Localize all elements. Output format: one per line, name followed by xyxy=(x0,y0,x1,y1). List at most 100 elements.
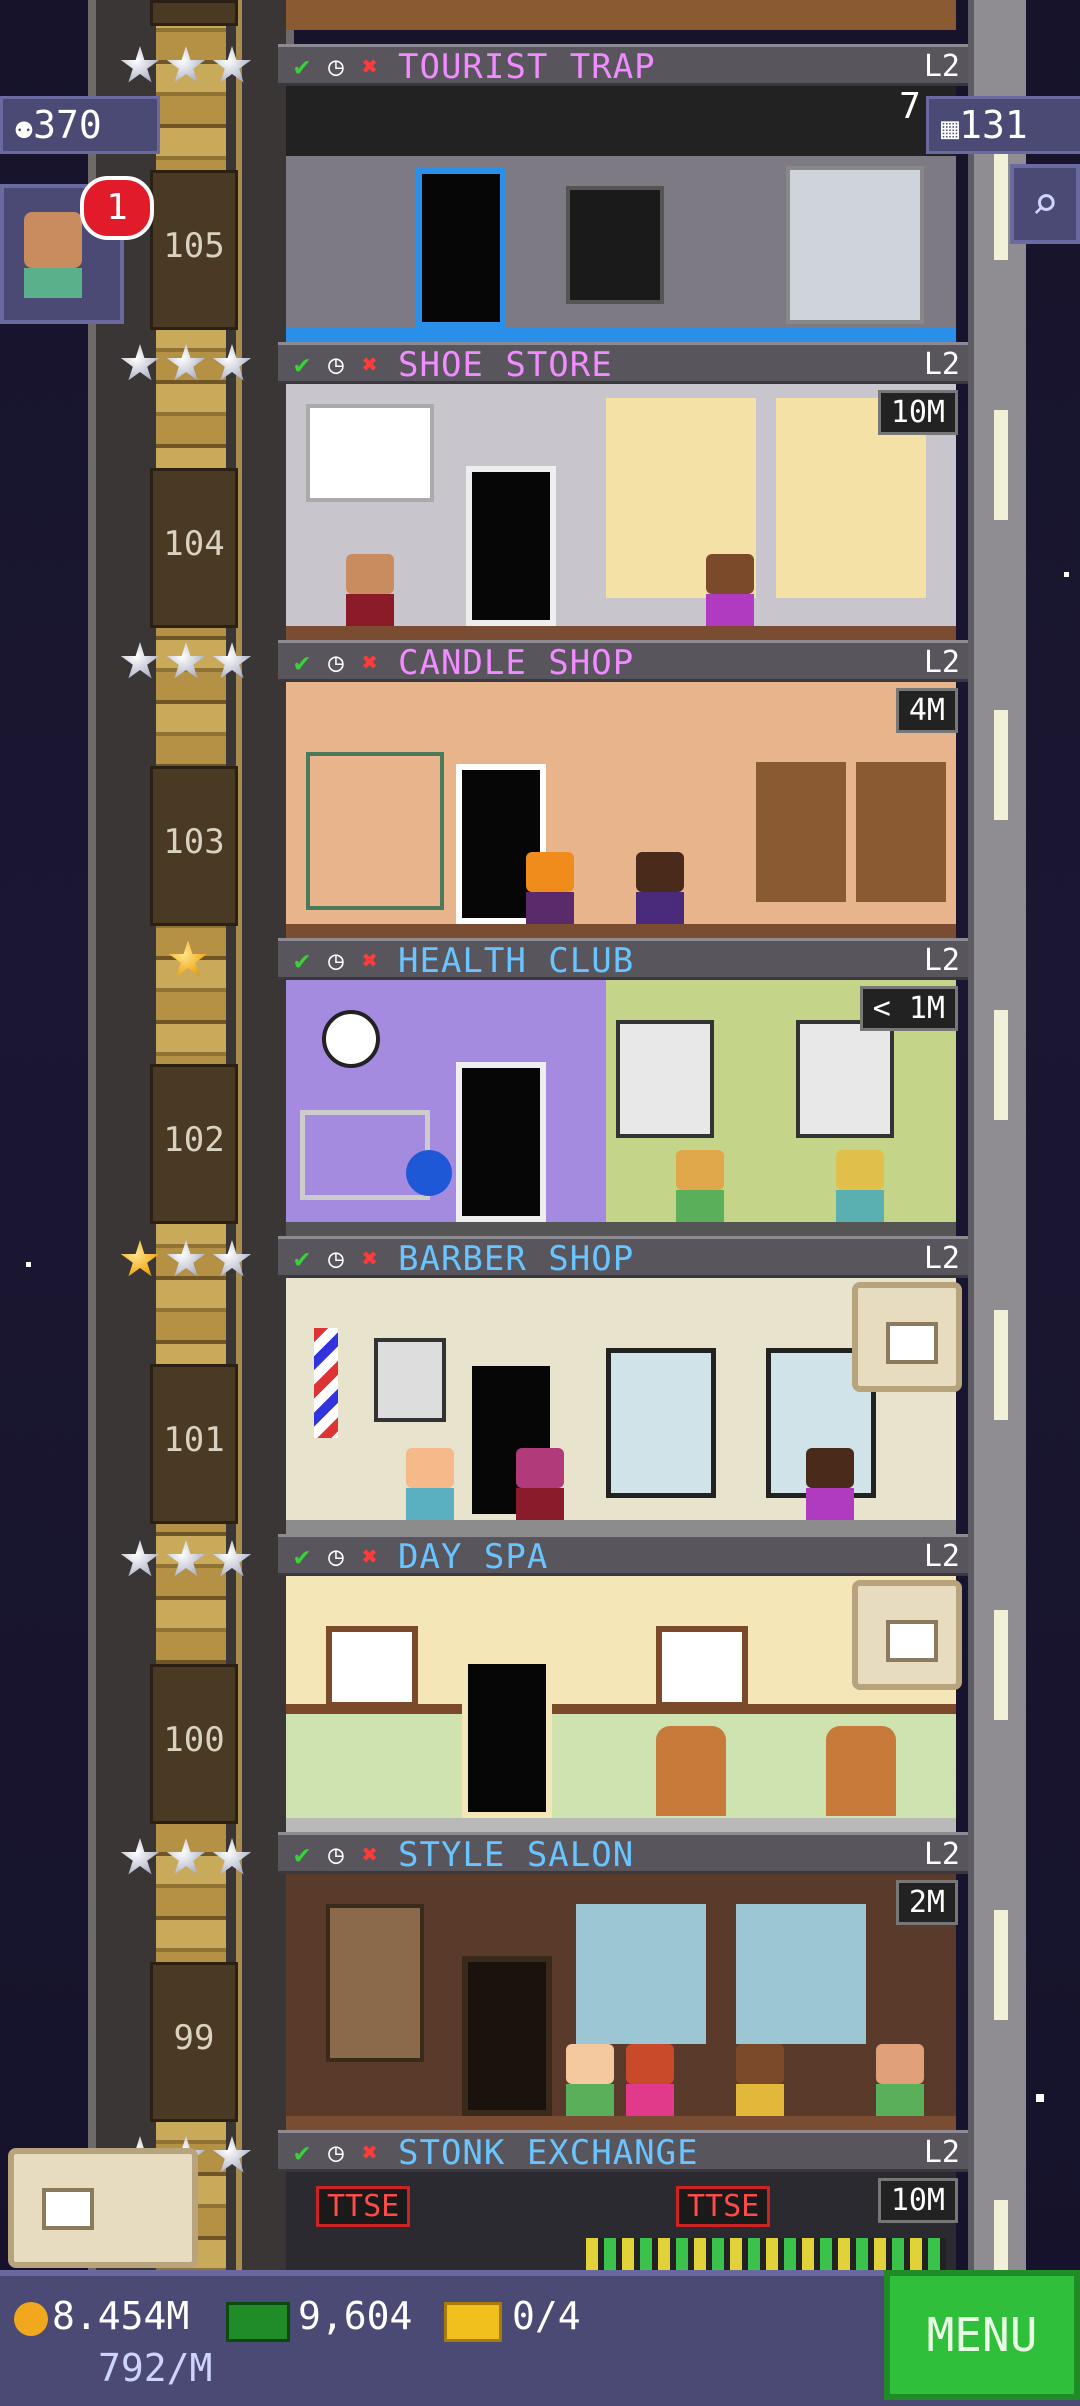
floor-stars xyxy=(120,642,252,682)
delivery-crate-icon[interactable] xyxy=(852,1580,962,1690)
floor-header[interactable]: ✔ ◷ ✖ STONK EXCHANGE L2 xyxy=(278,2130,968,2173)
candle-shelf xyxy=(856,762,946,902)
room-door xyxy=(416,168,506,328)
floor-header[interactable]: ✔ ◷ ✖ DAY SPA L2 xyxy=(278,1534,968,1577)
bitizen[interactable] xyxy=(676,1150,724,1222)
clock-icon[interactable]: ◷ xyxy=(322,1245,350,1273)
clock-icon[interactable]: ◷ xyxy=(322,2139,350,2167)
bitizen[interactable] xyxy=(836,1150,884,1222)
bitizen[interactable] xyxy=(346,554,394,626)
floor-header[interactable]: ✔ ◷ ✖ BARBER SHOP L2 xyxy=(278,1236,968,1279)
ticker-sign: TTSE xyxy=(676,2186,771,2227)
population-value: 370 xyxy=(33,103,102,147)
room-door xyxy=(462,1956,552,2116)
room-floor xyxy=(286,1818,956,1832)
income-badge: 2M xyxy=(895,1880,958,1925)
bux-counter[interactable]: ▦131 xyxy=(926,96,1080,154)
bitizen[interactable] xyxy=(876,2044,924,2116)
building-icon: ▦ xyxy=(941,111,960,146)
sky-star xyxy=(1036,2094,1044,2102)
close-icon[interactable]: ✖ xyxy=(356,649,384,677)
check-icon[interactable]: ✔ xyxy=(288,1543,316,1571)
ticker-sign: TTSE xyxy=(316,2186,411,2227)
search-icon[interactable]: ⌕ xyxy=(1010,164,1080,244)
room-door xyxy=(466,466,556,626)
room: TTSE TTSE xyxy=(286,2172,956,2270)
check-icon[interactable]: ✔ xyxy=(288,351,316,379)
floor-level: L2 xyxy=(923,49,960,84)
bux-value: 131 xyxy=(959,103,1028,147)
clock-icon[interactable]: ◷ xyxy=(322,53,350,81)
check-icon[interactable]: ✔ xyxy=(288,947,316,975)
floor-top-sliver[interactable] xyxy=(278,0,968,42)
income-badge: 4M xyxy=(895,688,958,733)
clock-icon[interactable]: ◷ xyxy=(322,351,350,379)
bux-icon xyxy=(226,2302,290,2342)
floor-candle-shop[interactable]: ✔ ◷ ✖ CANDLE SHOP L2 4M xyxy=(278,640,968,938)
wall-picture xyxy=(374,1338,446,1422)
mirror xyxy=(606,1348,716,1498)
floor-number: 104 xyxy=(163,524,225,564)
population-counter[interactable]: ⚉370 xyxy=(0,96,160,154)
bitizen[interactable] xyxy=(706,554,754,626)
bitizen[interactable] xyxy=(626,2044,674,2116)
floor-shoe-store[interactable]: ✔ ◷ ✖ SHOE STORE L2 10M xyxy=(278,342,968,640)
bitizen[interactable] xyxy=(636,852,684,924)
menu-button[interactable]: MENU xyxy=(884,2270,1080,2400)
bitizen[interactable] xyxy=(806,1448,854,1520)
floor-level: L2 xyxy=(923,1539,960,1574)
bitizen[interactable] xyxy=(526,852,574,924)
shoe-poster xyxy=(306,404,434,502)
floor-name: TOURIST TRAP xyxy=(398,47,656,87)
floor-stars xyxy=(120,46,252,86)
floor-block xyxy=(150,0,238,26)
clock-icon[interactable]: ◷ xyxy=(322,649,350,677)
close-icon[interactable]: ✖ xyxy=(356,351,384,379)
floor-header[interactable]: ✔ ◷ ✖ SHOE STORE L2 xyxy=(278,342,968,385)
close-icon[interactable]: ✖ xyxy=(356,2139,384,2167)
close-icon[interactable]: ✖ xyxy=(356,1841,384,1869)
floor-header[interactable]: ✔ ◷ ✖ STYLE SALON L2 xyxy=(278,1832,968,1875)
floor-tourist-trap[interactable]: ✔ ◷ ✖ TOURIST TRAP L2 xyxy=(278,44,968,342)
close-icon[interactable]: ✖ xyxy=(356,53,384,81)
check-icon[interactable]: ✔ xyxy=(288,649,316,677)
salon-cabinet xyxy=(326,1904,424,2062)
bitizen[interactable] xyxy=(736,2044,784,2116)
room xyxy=(286,0,956,30)
floor-name: SHOE STORE xyxy=(398,345,613,385)
floor-stars xyxy=(120,1540,252,1580)
check-icon[interactable]: ✔ xyxy=(288,53,316,81)
income-badge: 10M xyxy=(877,390,958,435)
floor-number: 105 xyxy=(163,226,225,266)
close-icon[interactable]: ✖ xyxy=(356,1245,384,1273)
floor-number: 100 xyxy=(163,1720,225,1760)
notification-badge: 1 xyxy=(80,176,154,240)
bitizen[interactable] xyxy=(516,1448,564,1520)
coin-icon xyxy=(14,2302,48,2336)
floor-stonk-exchange[interactable]: ✔ ◷ ✖ STONK EXCHANGE L2 TTSE TTSE 10M xyxy=(278,2130,968,2270)
window xyxy=(736,1904,866,2044)
floor-number: 102 xyxy=(163,1120,225,1160)
delivery-crate-stack-icon[interactable] xyxy=(8,2148,198,2268)
barber-pole xyxy=(314,1328,338,1438)
spa-chair xyxy=(656,1726,726,1816)
delivery-crate-icon[interactable] xyxy=(852,1282,962,1392)
floor-number: 101 xyxy=(163,1420,225,1460)
bux-balance: 9,604 xyxy=(298,2294,413,2338)
floor-style-salon[interactable]: ✔ ◷ ✖ STYLE SALON L2 2M xyxy=(278,1832,968,2130)
floor-header[interactable]: ✔ ◷ ✖ TOURIST TRAP L2 xyxy=(278,44,968,87)
clock-icon[interactable]: ◷ xyxy=(322,947,350,975)
check-icon[interactable]: ✔ xyxy=(288,1245,316,1273)
clock-icon[interactable]: ◷ xyxy=(322,1543,350,1571)
floor-health-club[interactable]: ✔ ◷ ✖ HEALTH CLUB L2 < 1M xyxy=(278,938,968,1236)
close-icon[interactable]: ✖ xyxy=(356,1543,384,1571)
floor-header[interactable]: ✔ ◷ ✖ HEALTH CLUB L2 xyxy=(278,938,968,981)
floor-header[interactable]: ✔ ◷ ✖ CANDLE SHOP L2 xyxy=(278,640,968,683)
bitizen[interactable] xyxy=(566,2044,614,2116)
coins-rate: 792/M xyxy=(98,2346,213,2390)
check-icon[interactable]: ✔ xyxy=(288,2139,316,2167)
bitizen[interactable] xyxy=(406,1448,454,1520)
close-icon[interactable]: ✖ xyxy=(356,947,384,975)
clock-icon[interactable]: ◷ xyxy=(322,1841,350,1869)
check-icon[interactable]: ✔ xyxy=(288,1841,316,1869)
